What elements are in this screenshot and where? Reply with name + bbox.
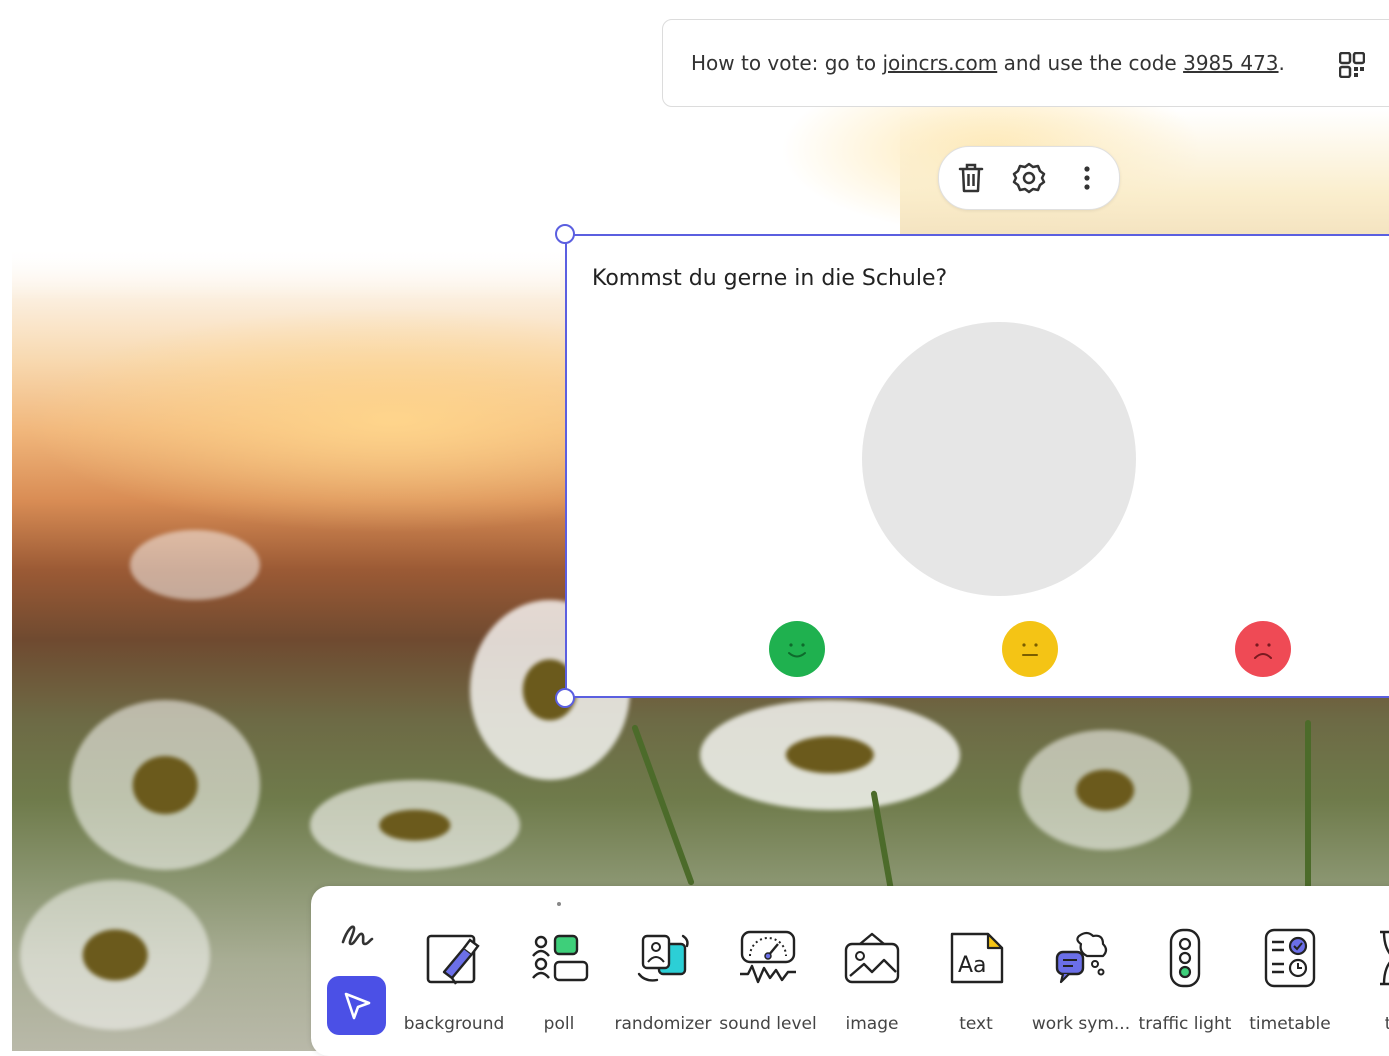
gear-icon[interactable] bbox=[1011, 160, 1047, 196]
daisy-decoration bbox=[310, 780, 520, 870]
work-symbols-icon[interactable] bbox=[1049, 926, 1113, 990]
pen-scribble-icon[interactable] bbox=[339, 918, 375, 954]
traffic-light-icon[interactable] bbox=[1153, 926, 1217, 990]
vote-site-link[interactable]: joincrs.com bbox=[882, 51, 997, 75]
image-icon[interactable] bbox=[840, 926, 904, 990]
poll-widget[interactable]: Kommst du gerne in die Schule? bbox=[565, 234, 1389, 698]
poll-question: Kommst du gerne in die Schule? bbox=[592, 266, 948, 291]
sound-level-icon[interactable] bbox=[736, 926, 800, 990]
poll-results-chart bbox=[862, 322, 1136, 596]
tool-label-timetable[interactable]: timetable bbox=[1249, 1014, 1330, 1034]
tool-label-work-symbols[interactable]: work sym... bbox=[1032, 1014, 1130, 1034]
daisy-decoration bbox=[1020, 730, 1190, 850]
sad-face-icon bbox=[1254, 643, 1272, 659]
neutral-face-icon bbox=[1022, 643, 1038, 656]
resize-handle-top-left[interactable] bbox=[555, 224, 575, 244]
timer-icon[interactable] bbox=[1362, 926, 1389, 990]
tools-toolbar: background poll randomizer sound level i… bbox=[311, 886, 1389, 1056]
flower-stem bbox=[1305, 720, 1311, 890]
qr-code-icon[interactable] bbox=[1338, 51, 1366, 79]
tool-label-image[interactable]: image bbox=[846, 1014, 899, 1034]
vote-instructions-banner: How to vote: go to joincrs.com and use t… bbox=[662, 19, 1389, 107]
vote-happy-button[interactable] bbox=[769, 621, 825, 677]
select-tool-button[interactable] bbox=[327, 976, 386, 1035]
vote-instructions-prefix: How to vote: go to bbox=[691, 51, 877, 75]
widget-toolbar bbox=[938, 146, 1120, 210]
timetable-icon[interactable] bbox=[1258, 926, 1322, 990]
daisy-decoration bbox=[130, 530, 260, 600]
daisy-decoration bbox=[700, 700, 960, 810]
tool-label-sound-level[interactable]: sound level bbox=[719, 1014, 816, 1034]
cursor-arrow-icon bbox=[344, 992, 370, 1019]
vote-neutral-button[interactable] bbox=[1002, 621, 1058, 677]
happy-face-icon bbox=[788, 643, 806, 658]
more-vertical-icon[interactable] bbox=[1069, 160, 1105, 196]
vote-sad-button[interactable] bbox=[1235, 621, 1291, 677]
tool-label-background[interactable]: background bbox=[404, 1014, 505, 1034]
poll-icon[interactable] bbox=[527, 926, 591, 990]
vote-code[interactable]: 3985 473 bbox=[1183, 51, 1278, 75]
trash-icon[interactable] bbox=[953, 160, 989, 196]
vote-instructions-middle: and use the code bbox=[997, 51, 1184, 75]
svg-text:Aa: Aa bbox=[958, 953, 987, 978]
tool-label-traffic-light[interactable]: traffic light bbox=[1139, 1014, 1232, 1034]
background-top-fade bbox=[0, 0, 560, 300]
resize-handle-bottom-left[interactable] bbox=[555, 688, 575, 708]
vote-instructions-suffix: . bbox=[1278, 51, 1285, 75]
text-icon[interactable]: Aa bbox=[944, 926, 1008, 990]
drag-indicator bbox=[557, 902, 561, 906]
tool-label-randomizer[interactable]: randomizer bbox=[614, 1014, 711, 1034]
tool-label-timer[interactable]: tir bbox=[1385, 1014, 1389, 1034]
tool-label-poll[interactable]: poll bbox=[544, 1014, 575, 1034]
daisy-decoration bbox=[70, 700, 260, 870]
background-brush-icon[interactable] bbox=[422, 926, 486, 990]
tool-label-text[interactable]: text bbox=[959, 1014, 993, 1034]
daisy-decoration bbox=[20, 880, 210, 1030]
randomizer-icon[interactable] bbox=[631, 926, 695, 990]
